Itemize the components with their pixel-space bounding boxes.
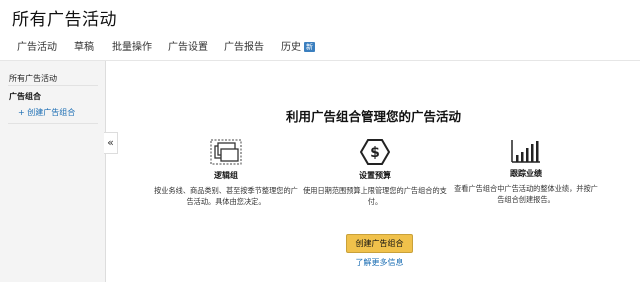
page-title: 所有广告活动 xyxy=(12,10,117,30)
sidebar-divider xyxy=(8,123,98,124)
create-portfolio-link[interactable]: + 创建广告组合 xyxy=(18,107,75,118)
dollar-budget-icon: $ xyxy=(360,139,390,165)
tab-campaigns[interactable]: 广告活动 xyxy=(17,38,57,53)
feature-description: 按业务线、商品类别、甚至按季节整理您的广告活动。具体由您决定。 xyxy=(154,186,298,206)
feature-set-budget: $ 设置预算 使用日期范围预算上限管理您的广告组合的支付。 xyxy=(300,139,450,207)
feature-title: 跟踪业绩 xyxy=(510,169,542,178)
tab-drafts[interactable]: 草稿 xyxy=(74,38,94,53)
sidebar-divider xyxy=(8,85,98,86)
learn-more-link[interactable]: 了解更多信息 xyxy=(107,257,640,268)
feature-track-performance: 跟踪业绩 查看广告组合中广告活动的整体业绩，并按广告组合创建报告。 xyxy=(451,139,601,205)
folders-icon xyxy=(210,139,242,165)
tab-bulk-operations[interactable]: 批量操作 xyxy=(112,38,152,53)
main-content: 利用广告组合管理您的广告活动 逻辑组 按业务线、商品类别、甚至按季节整理您的广告… xyxy=(107,61,640,282)
feature-description: 查看广告组合中广告活动的整体业绩，并按广告组合创建报告。 xyxy=(454,184,598,204)
feature-description: 使用日期范围预算上限管理您的广告组合的支付。 xyxy=(303,186,447,206)
tab-ad-reports[interactable]: 广告报告 xyxy=(224,38,264,53)
feature-title: 逻辑组 xyxy=(214,171,238,180)
bar-chart-icon xyxy=(511,140,540,163)
feature-logical-groups: 逻辑组 按业务线、商品类别、甚至按季节整理您的广告活动。具体由您决定。 xyxy=(151,139,301,207)
top-header: 所有广告活动 广告活动 草稿 批量操作 广告设置 广告报告 历史新 xyxy=(0,0,640,60)
new-badge: 新 xyxy=(304,42,315,52)
tab-history[interactable]: 历史新 xyxy=(281,38,315,53)
tab-history-label: 历史 xyxy=(281,42,301,53)
portfolio-heading: 利用广告组合管理您的广告活动 xyxy=(285,109,461,124)
tab-ad-settings[interactable]: 广告设置 xyxy=(168,38,208,53)
sidebar: 所有广告活动 广告组合 + 创建广告组合 xyxy=(0,61,106,282)
svg-text:$: $ xyxy=(370,145,380,161)
sidebar-item-portfolios[interactable]: 广告组合 xyxy=(9,91,41,102)
sidebar-item-all-campaigns[interactable]: 所有广告活动 xyxy=(9,73,57,84)
create-portfolio-button[interactable]: 创建广告组合 xyxy=(346,234,413,253)
feature-title: 设置预算 xyxy=(359,171,391,180)
